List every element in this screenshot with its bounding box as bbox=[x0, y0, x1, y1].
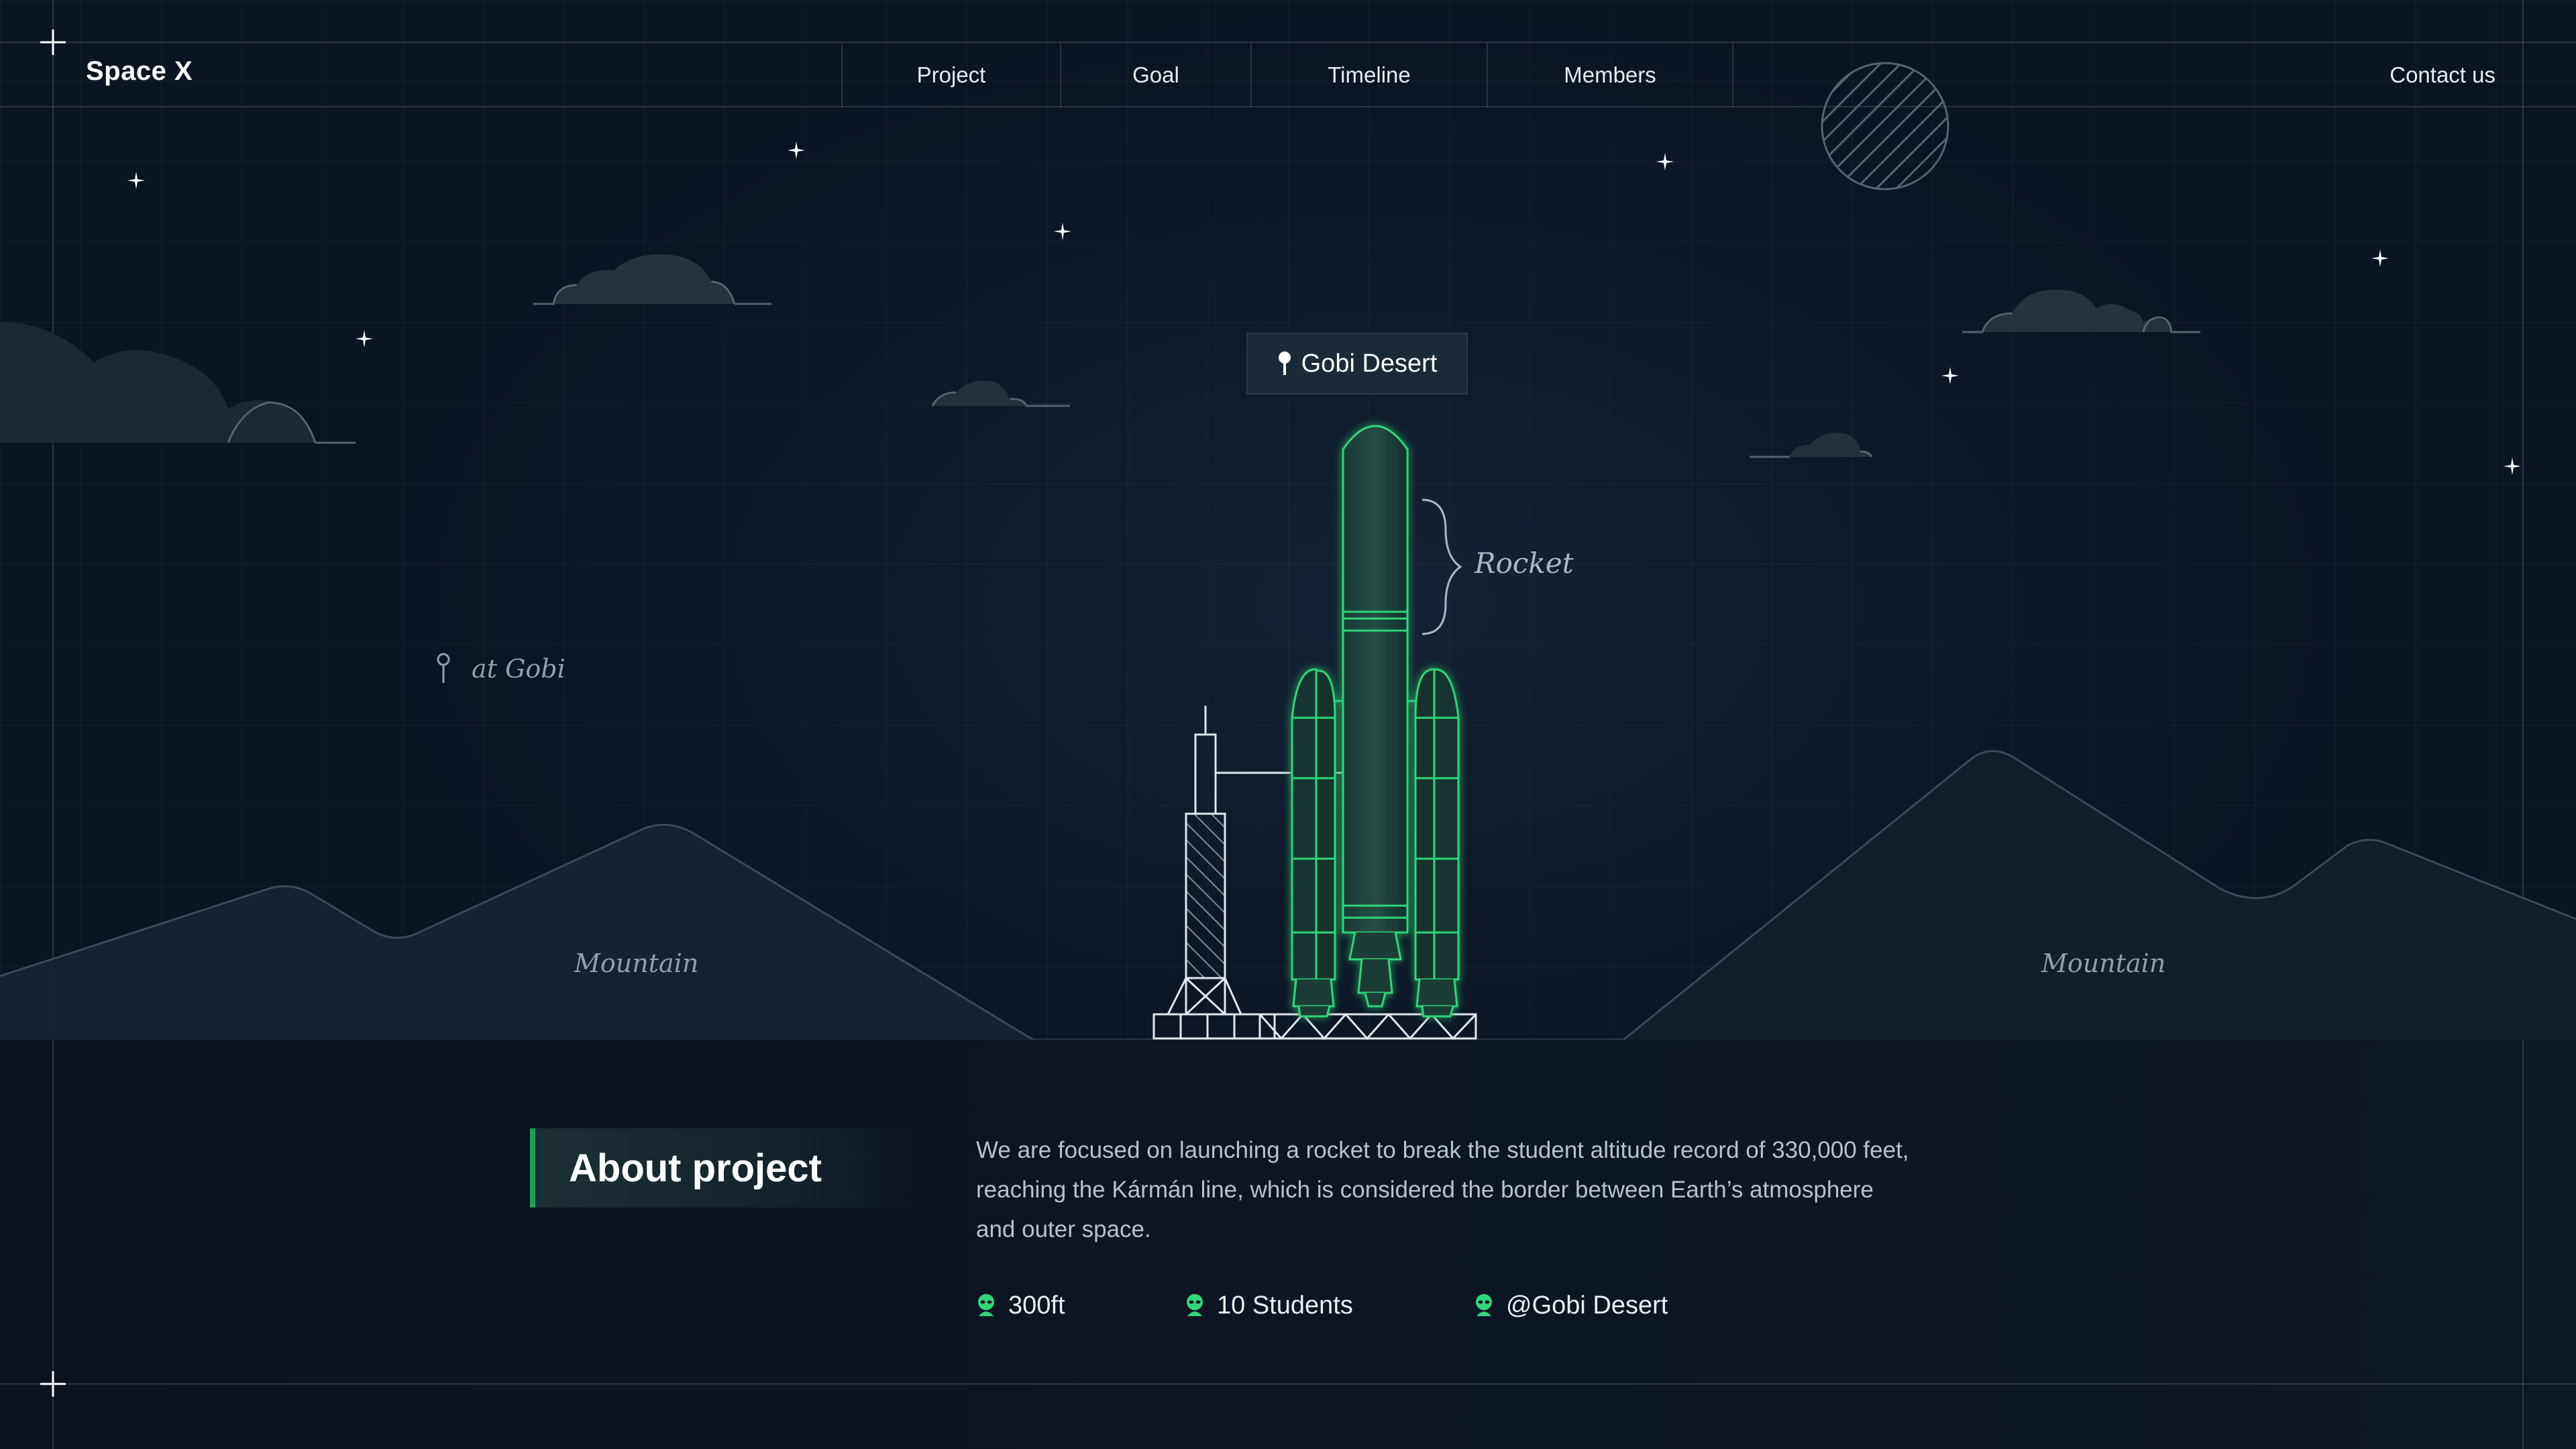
location-chip: Gobi Desert bbox=[1246, 333, 1468, 394]
mountain-right-label: Mountain bbox=[2041, 949, 2166, 978]
stat-label: 10 Students bbox=[1217, 1291, 1353, 1320]
crosshair-icon bbox=[40, 1371, 66, 1397]
crosshair-icon bbox=[40, 30, 66, 55]
nav-item-members[interactable]: Members bbox=[1487, 43, 1733, 107]
about-line: and outer space. bbox=[976, 1216, 1151, 1242]
location-note: at Gobi bbox=[472, 654, 566, 684]
star-icon bbox=[2371, 250, 2389, 267]
about-title: About project bbox=[530, 1128, 906, 1208]
star-icon bbox=[788, 142, 805, 159]
rocket-label: Rocket bbox=[1474, 547, 1574, 580]
cloud-right-large bbox=[1962, 289, 2200, 333]
alien-icon bbox=[978, 1294, 994, 1316]
frame-line-left bbox=[52, 0, 54, 1449]
mountain-left bbox=[0, 824, 1034, 1040]
about-line: reaching the Kármán line, which is consi… bbox=[976, 1177, 1874, 1203]
cloud-left-large bbox=[0, 322, 356, 444]
brand-logo[interactable]: Space X bbox=[86, 56, 193, 87]
star-icon bbox=[1941, 367, 1959, 384]
mountain-left-label: Mountain bbox=[574, 949, 699, 978]
nav-item-timeline[interactable]: Timeline bbox=[1250, 43, 1487, 107]
location-pin-icon bbox=[437, 653, 450, 683]
rocket-illustration bbox=[1152, 425, 1477, 1040]
star-icon bbox=[1054, 223, 1071, 240]
stat-label: 300ft bbox=[1008, 1291, 1065, 1320]
frame-line-bottom bbox=[0, 1383, 2576, 1385]
alien-icon bbox=[1187, 1294, 1203, 1316]
moon-icon bbox=[1821, 62, 1949, 191]
contact-us-link[interactable]: Contact us bbox=[2390, 43, 2496, 107]
star-icon bbox=[1656, 153, 1674, 170]
about-line: We are focused on launching a rocket to … bbox=[976, 1137, 1909, 1163]
location-pin-icon bbox=[1278, 352, 1291, 375]
cloud-small-center bbox=[931, 380, 1070, 407]
cloud-right-small bbox=[1750, 433, 1873, 458]
stat-label: @Gobi Desert bbox=[1506, 1291, 1668, 1320]
stat-students: 10 Students bbox=[1185, 1287, 1353, 1324]
star-icon bbox=[2504, 458, 2521, 475]
mountain-right bbox=[1623, 750, 2576, 1040]
stat-location: @Gobi Desert bbox=[1474, 1287, 1668, 1324]
frame-line-right bbox=[2522, 0, 2524, 1449]
nav-item-project[interactable]: Project bbox=[841, 43, 1060, 107]
about-description: We are focused on launching a rocket to … bbox=[976, 1130, 2023, 1249]
location-chip-label: Gobi Desert bbox=[1301, 349, 1438, 378]
star-icon bbox=[127, 172, 145, 189]
nav-item-goal[interactable]: Goal bbox=[1060, 43, 1250, 107]
cloud-top-left bbox=[533, 254, 771, 305]
alien-icon bbox=[1476, 1294, 1492, 1316]
stat-altitude: 300ft bbox=[976, 1287, 1065, 1324]
